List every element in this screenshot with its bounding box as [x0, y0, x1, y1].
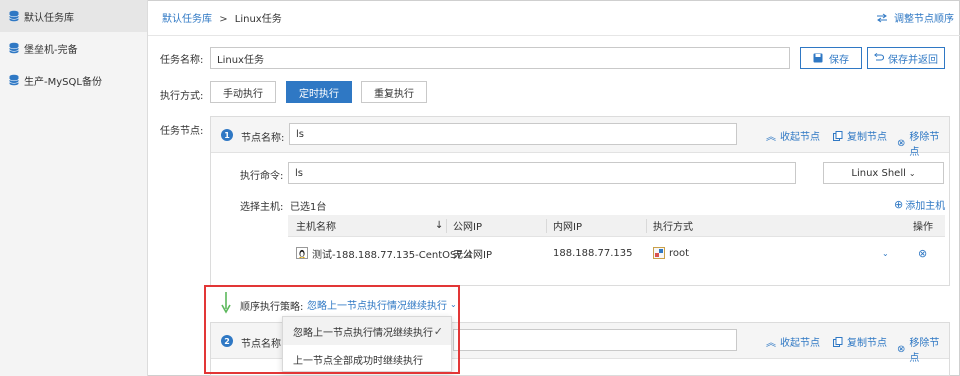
copy-node-button[interactable]: 复制节点 [833, 334, 887, 349]
sidebar: 默认任务库 堡垒机-完备 生产-MySQL备份 [0, 0, 148, 376]
host-table: 主机名称 ↓ 公网IP 内网IP 执行方式 操作 测试-188.188.77.1… [288, 215, 945, 269]
collapse-node-label: 收起节点 [780, 132, 820, 143]
exec-mode-label: 执行方式: [160, 91, 204, 102]
return-icon [874, 53, 884, 61]
chevron-up-icon: ︽ [766, 338, 776, 349]
add-host-label: 添加主机 [905, 201, 946, 212]
remove-node-button[interactable]: ⊗ 移除节点 [897, 334, 949, 364]
command-input[interactable]: ls [288, 162, 796, 184]
remove-node-label: 移除节点 [909, 338, 940, 364]
column-divider [446, 219, 447, 233]
breadcrumb-separator: > [219, 14, 228, 25]
public-ip-cell: 无公网IP [453, 249, 492, 261]
sidebar-item-bastion[interactable]: 堡垒机-完备 [0, 32, 147, 64]
plus-circle-icon: ⊕ [894, 198, 904, 211]
collapse-node-button[interactable]: ︽ 收起节点 [766, 334, 820, 349]
exec-mode-manual-button[interactable]: 手动执行 [210, 81, 276, 103]
node-name-label: 节点名称: [241, 133, 285, 144]
save-and-return-label: 保存并返回 [888, 54, 938, 66]
remove-host-icon[interactable]: ⊗ [918, 237, 927, 269]
copy-icon [833, 336, 843, 347]
exec-user-cell: root [653, 237, 689, 269]
sort-arrow-icon[interactable]: ↓ [435, 215, 443, 236]
save-button[interactable]: 保存 [800, 47, 862, 69]
chevron-up-icon: ︽ [766, 132, 776, 143]
task-nodes-label: 任务节点: [160, 126, 204, 137]
user-account-icon [653, 247, 665, 259]
sidebar-item-label: 默认任务库 [24, 12, 74, 24]
close-circle-icon: ⊗ [897, 343, 906, 355]
save-label: 保存 [829, 54, 849, 66]
adjust-order-button[interactable]: 调整节点顺序 [876, 10, 954, 25]
host-table-header: 主机名称 ↓ 公网IP 内网IP 执行方式 操作 [288, 215, 945, 237]
private-ip-cell: 188.188.77.135 [553, 247, 633, 259]
breadcrumb-bar: 默认任务库 > Linux任务 调整节点顺序 [148, 0, 960, 36]
chevron-down-icon: ⌄ [908, 168, 916, 178]
database-icon [9, 10, 19, 22]
host-cell: 测试-188.188.77.135-CentOS7.4 [296, 237, 472, 269]
collapse-node-button[interactable]: ︽ 收起节点 [766, 128, 820, 143]
exec-mode-repeat-button[interactable]: 重复执行 [361, 81, 427, 103]
save-icon [813, 53, 823, 63]
breadcrumb-parent-link[interactable]: 默认任务库 [162, 14, 212, 25]
adjust-order-label: 调整节点顺序 [894, 14, 954, 25]
node-number-badge: 1 [221, 129, 233, 141]
swap-icon [877, 13, 887, 22]
database-icon [9, 74, 19, 86]
database-icon [9, 42, 19, 54]
copy-node-label: 复制节点 [847, 338, 887, 349]
column-divider [546, 219, 547, 233]
node-name-input[interactable]: ls [289, 123, 737, 145]
expand-row-chevron-icon[interactable]: ⌄ [882, 237, 889, 269]
host-selected-count: 已选1台 [290, 202, 327, 213]
add-host-button[interactable]: ⊕ 添加主机 [894, 197, 945, 212]
column-header-hostname[interactable]: 主机名称 [296, 215, 336, 236]
copy-node-label: 复制节点 [847, 132, 887, 143]
copy-node-button[interactable]: 复制节点 [833, 128, 887, 143]
column-header-actions: 操作 [913, 222, 933, 233]
host-select-label: 选择主机: [240, 202, 284, 213]
exec-mode-scheduled-button[interactable]: 定时执行 [286, 81, 352, 103]
linux-penguin-icon [296, 247, 308, 259]
table-row: 测试-188.188.77.135-CentOS7.4 无公网IP 188.18… [288, 237, 945, 269]
exec-user-value: root [669, 247, 690, 259]
collapse-node-label: 收起节点 [780, 338, 820, 349]
shell-type-select[interactable]: Linux Shell ⌄ [823, 162, 944, 184]
command-label: 执行命令: [240, 171, 284, 182]
remove-node-button[interactable]: ⊗ 移除节点 [897, 128, 949, 158]
breadcrumb: 默认任务库 > Linux任务 [162, 10, 282, 25]
node-name-input[interactable] [453, 329, 737, 351]
sidebar-item-label: 堡垒机-完备 [24, 44, 78, 56]
node-1-header: 1 节点名称: ls ︽ 收起节点 复制节点 ⊗ 移除节点 [211, 117, 949, 158]
close-circle-icon: ⊗ [897, 137, 906, 149]
copy-icon [833, 130, 843, 141]
sidebar-item-mysql-backup[interactable]: 生产-MySQL备份 [0, 64, 147, 96]
column-header-exec-user: 执行方式 [653, 222, 693, 233]
column-header-public-ip: 公网IP [453, 222, 482, 233]
highlight-box [204, 285, 460, 374]
save-and-return-button[interactable]: 保存并返回 [867, 47, 945, 69]
sidebar-item-label: 生产-MySQL备份 [24, 76, 102, 88]
column-header-private-ip: 内网IP [553, 222, 582, 233]
sidebar-item-default-library[interactable]: 默认任务库 [0, 0, 147, 32]
shell-type-value: Linux Shell [851, 167, 906, 179]
remove-node-label: 移除节点 [909, 132, 940, 158]
host-name: 测试-188.188.77.135-CentOS7.4 [312, 249, 473, 261]
task-name-input[interactable]: Linux任务 [210, 47, 790, 69]
task-name-label: 任务名称: [160, 55, 204, 66]
breadcrumb-current: Linux任务 [234, 14, 282, 25]
column-divider [646, 219, 647, 233]
